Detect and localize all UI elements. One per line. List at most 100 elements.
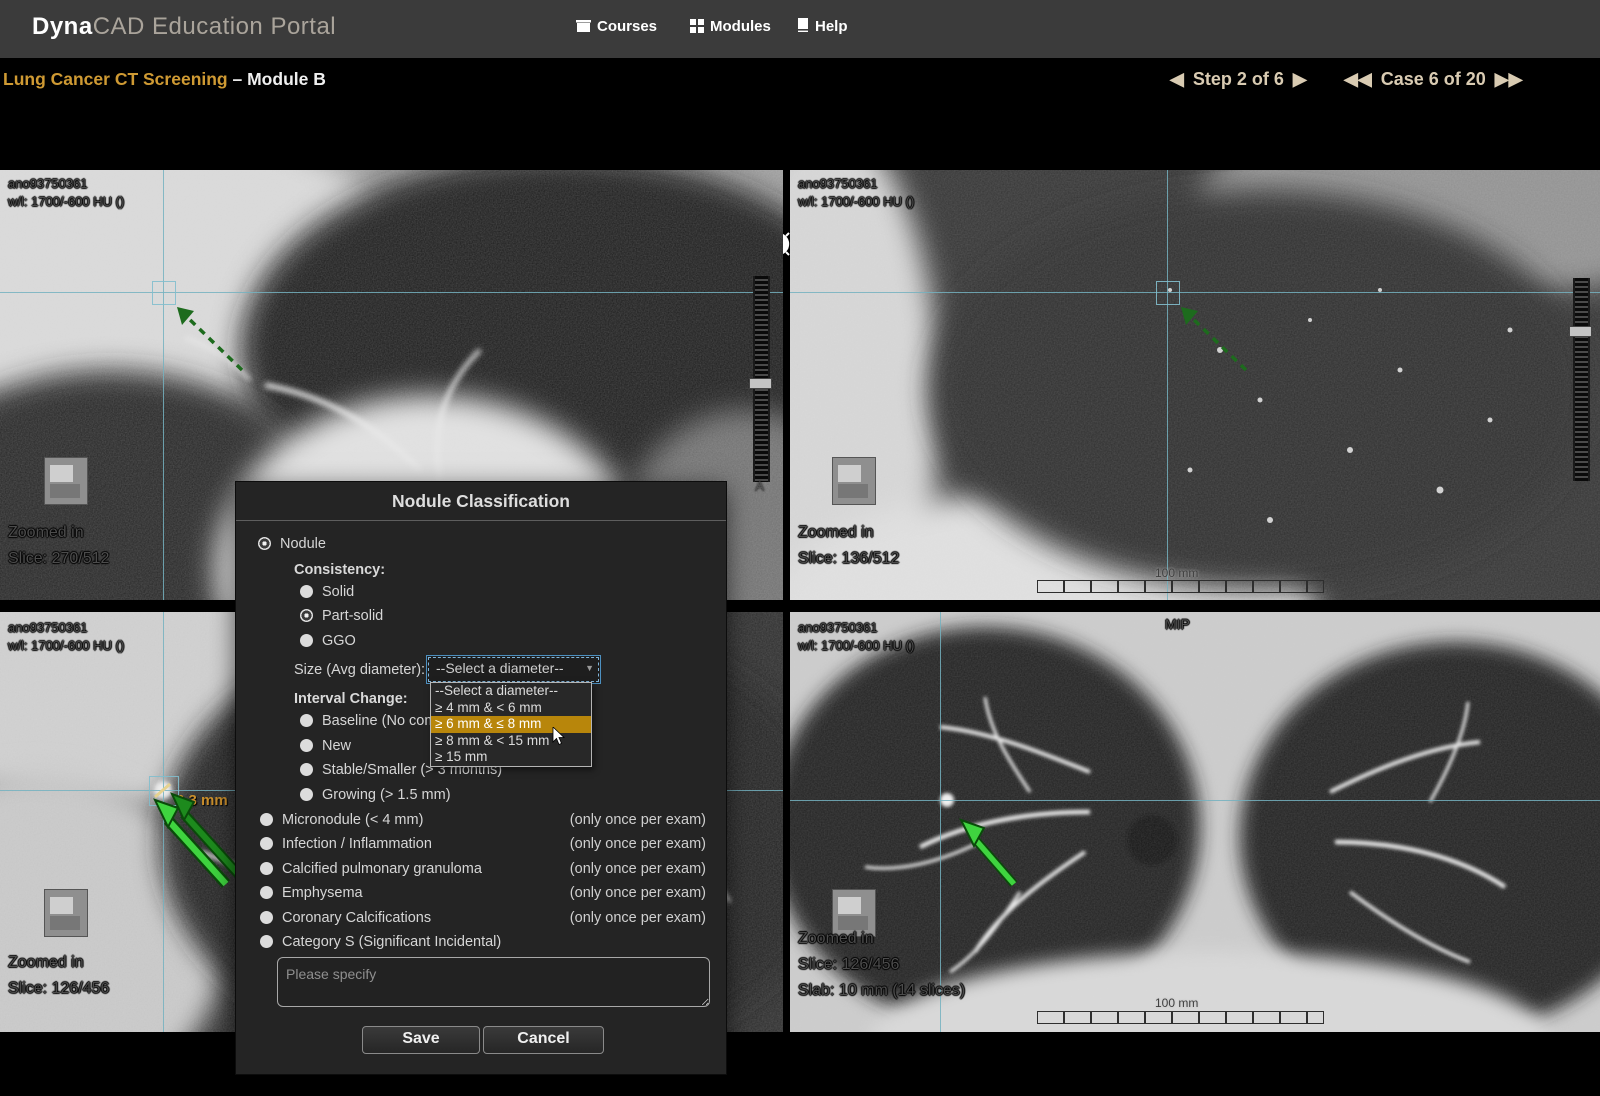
- save-button[interactable]: Save: [362, 1026, 480, 1054]
- breadcrumb: Lung Cancer CT Screening – Module B: [3, 69, 326, 90]
- dropdown-option[interactable]: ≥ 15 mm: [431, 749, 591, 766]
- category-s-radio[interactable]: [260, 935, 273, 948]
- once-per-exam-note: (only once per exam): [570, 861, 706, 877]
- cancel-button[interactable]: Cancel: [483, 1026, 604, 1054]
- brand-rest: CAD Education Portal: [93, 13, 336, 40]
- crosshair-vertical: [1167, 170, 1168, 600]
- window-level-label: w/l: 1700/-600 HU (): [798, 638, 914, 653]
- dropdown-option-highlighted[interactable]: ≥ 6 mm & ≤ 8 mm: [431, 716, 591, 733]
- infection-radio[interactable]: [260, 837, 273, 850]
- viewport-top-right[interactable]: ano93750361 w/l: 1700/-600 HU () Zoomed …: [790, 170, 1600, 600]
- part-solid-radio[interactable]: [300, 609, 313, 622]
- app-header: DynaCAD Education Portal Courses Modules…: [0, 0, 1600, 58]
- brand-logo: DynaCAD Education Portal: [32, 13, 336, 41]
- brand-bold: Dyna: [32, 13, 93, 40]
- nav-help[interactable]: Help: [797, 18, 848, 35]
- crosshair-horizontal: [790, 800, 1600, 801]
- micronodule-label: Micronodule (< 4 mm): [282, 812, 423, 828]
- orientation-marker: A: [755, 478, 764, 494]
- case-prev-icon[interactable]: ◀◀: [1340, 69, 1376, 89]
- emphysema-radio[interactable]: [260, 886, 273, 899]
- scale-ruler: [1037, 580, 1324, 593]
- baseline-label: Baseline (No com: [322, 713, 436, 729]
- crosshair-horizontal: [0, 292, 783, 293]
- interval-label: Interval Change:: [294, 691, 408, 709]
- option-row-growing: Growing (> 1.5 mm): [300, 787, 451, 805]
- nodule-label: Nodule: [280, 536, 326, 552]
- crosshair-horizontal: [790, 292, 1600, 293]
- finding-arrow-dashed: [168, 300, 250, 378]
- coronary-radio[interactable]: [260, 911, 273, 924]
- slice-scrollbar[interactable]: [1573, 278, 1590, 481]
- study-id-label: ano93750361: [798, 620, 878, 635]
- zoom-status-label: Zoomed in: [8, 524, 84, 542]
- option-row-solid: Solid: [300, 584, 354, 602]
- stable-radio[interactable]: [300, 763, 313, 776]
- help-icon: [797, 18, 809, 33]
- slice-scrollbar-handle[interactable]: [1569, 326, 1592, 337]
- dynacad-app: DynaCAD Education Portal Courses Modules…: [0, 0, 1600, 1096]
- size-select[interactable]: --Select a diameter-- ▼: [426, 655, 601, 684]
- finding-arrow-dashed: [1172, 300, 1254, 378]
- viewport-bottom-right[interactable]: ano93750361 w/l: 1700/-600 HU () MIP Zoo…: [790, 612, 1600, 1032]
- option-row-nodule: Nodule: [258, 536, 326, 554]
- step-label: Step 2 of 6: [1193, 69, 1284, 89]
- mip-mode-label: MIP: [1165, 616, 1190, 632]
- window-level-label: w/l: 1700/-600 HU (): [8, 194, 124, 209]
- navigator-thumbnail[interactable]: [45, 458, 87, 504]
- finding-arrow-green: [948, 808, 1028, 893]
- step-prev-icon[interactable]: ◀: [1166, 69, 1188, 89]
- nav-help-label: Help: [815, 18, 848, 35]
- option-row-granuloma: Calcified pulmonary granuloma: [260, 861, 482, 879]
- micronodule-radio[interactable]: [260, 813, 273, 826]
- new-radio[interactable]: [300, 739, 313, 752]
- granuloma-radio[interactable]: [260, 862, 273, 875]
- nav-modules[interactable]: Modules: [690, 18, 771, 35]
- option-row-coronary: Coronary Calcifications: [260, 910, 431, 928]
- option-row-new: New: [300, 738, 351, 756]
- case-next-icon[interactable]: ▶▶: [1491, 69, 1527, 89]
- nodule-radio[interactable]: [258, 537, 271, 550]
- slab-label: Slab: 10 mm (14 slices): [798, 982, 965, 1000]
- granuloma-label: Calcified pulmonary granuloma: [282, 861, 482, 877]
- window-level-label: w/l: 1700/-600 HU (): [8, 638, 124, 653]
- navigator-thumbnail[interactable]: [45, 890, 87, 936]
- zoom-status-label: Zoomed in: [8, 954, 84, 972]
- case-navigator: ◀◀ Case 6 of 20 ▶▶: [1340, 69, 1526, 90]
- dropdown-option[interactable]: ≥ 8 mm & < 15 mm: [431, 733, 591, 750]
- option-row-ggo: GGO: [300, 633, 356, 651]
- slice-label: Slice: 270/512: [8, 550, 109, 568]
- new-label: New: [322, 738, 351, 754]
- study-id-label: ano93750361: [8, 620, 88, 635]
- modules-icon: [690, 19, 704, 33]
- toolbar: > F: [0, 105, 1600, 170]
- baseline-radio[interactable]: [300, 714, 313, 727]
- navigator-thumbnail[interactable]: [833, 458, 875, 504]
- specify-textarea[interactable]: [277, 957, 710, 1007]
- option-row-part-solid: Part-solid: [300, 608, 383, 626]
- slice-scrollbar-handle[interactable]: [749, 378, 772, 389]
- growing-radio[interactable]: [300, 788, 313, 801]
- solid-label: Solid: [322, 584, 354, 600]
- option-row-infection: Infection / Inflammation: [260, 836, 432, 854]
- ct-image-mip: [790, 612, 1600, 1032]
- nav-courses[interactable]: Courses: [576, 18, 657, 35]
- solid-radio[interactable]: [300, 585, 313, 598]
- chevron-down-icon: ▼: [585, 656, 594, 681]
- zoom-status-label: Zoomed in: [798, 524, 874, 542]
- scale-ruler: [1037, 1011, 1324, 1024]
- category-s-label: Category S (Significant Incidental): [282, 934, 501, 950]
- study-id-label: ano93750361: [798, 176, 878, 191]
- size-dropdown-list: --Select a diameter-- ≥ 4 mm & < 6 mm ≥ …: [430, 682, 592, 767]
- growing-label: Growing (> 1.5 mm): [322, 787, 451, 803]
- ggo-radio[interactable]: [300, 634, 313, 647]
- once-per-exam-note: (only once per exam): [570, 885, 706, 901]
- step-next-icon[interactable]: ▶: [1289, 69, 1311, 89]
- zoom-status-label: Zoomed in: [798, 930, 874, 948]
- dropdown-option[interactable]: ≥ 4 mm & < 6 mm: [431, 700, 591, 717]
- case-label: Case 6 of 20: [1381, 69, 1486, 89]
- slice-label: Slice: 136/512: [798, 550, 899, 568]
- part-solid-label: Part-solid: [322, 608, 383, 624]
- emphysema-label: Emphysema: [282, 885, 363, 901]
- dropdown-option[interactable]: --Select a diameter--: [431, 683, 591, 700]
